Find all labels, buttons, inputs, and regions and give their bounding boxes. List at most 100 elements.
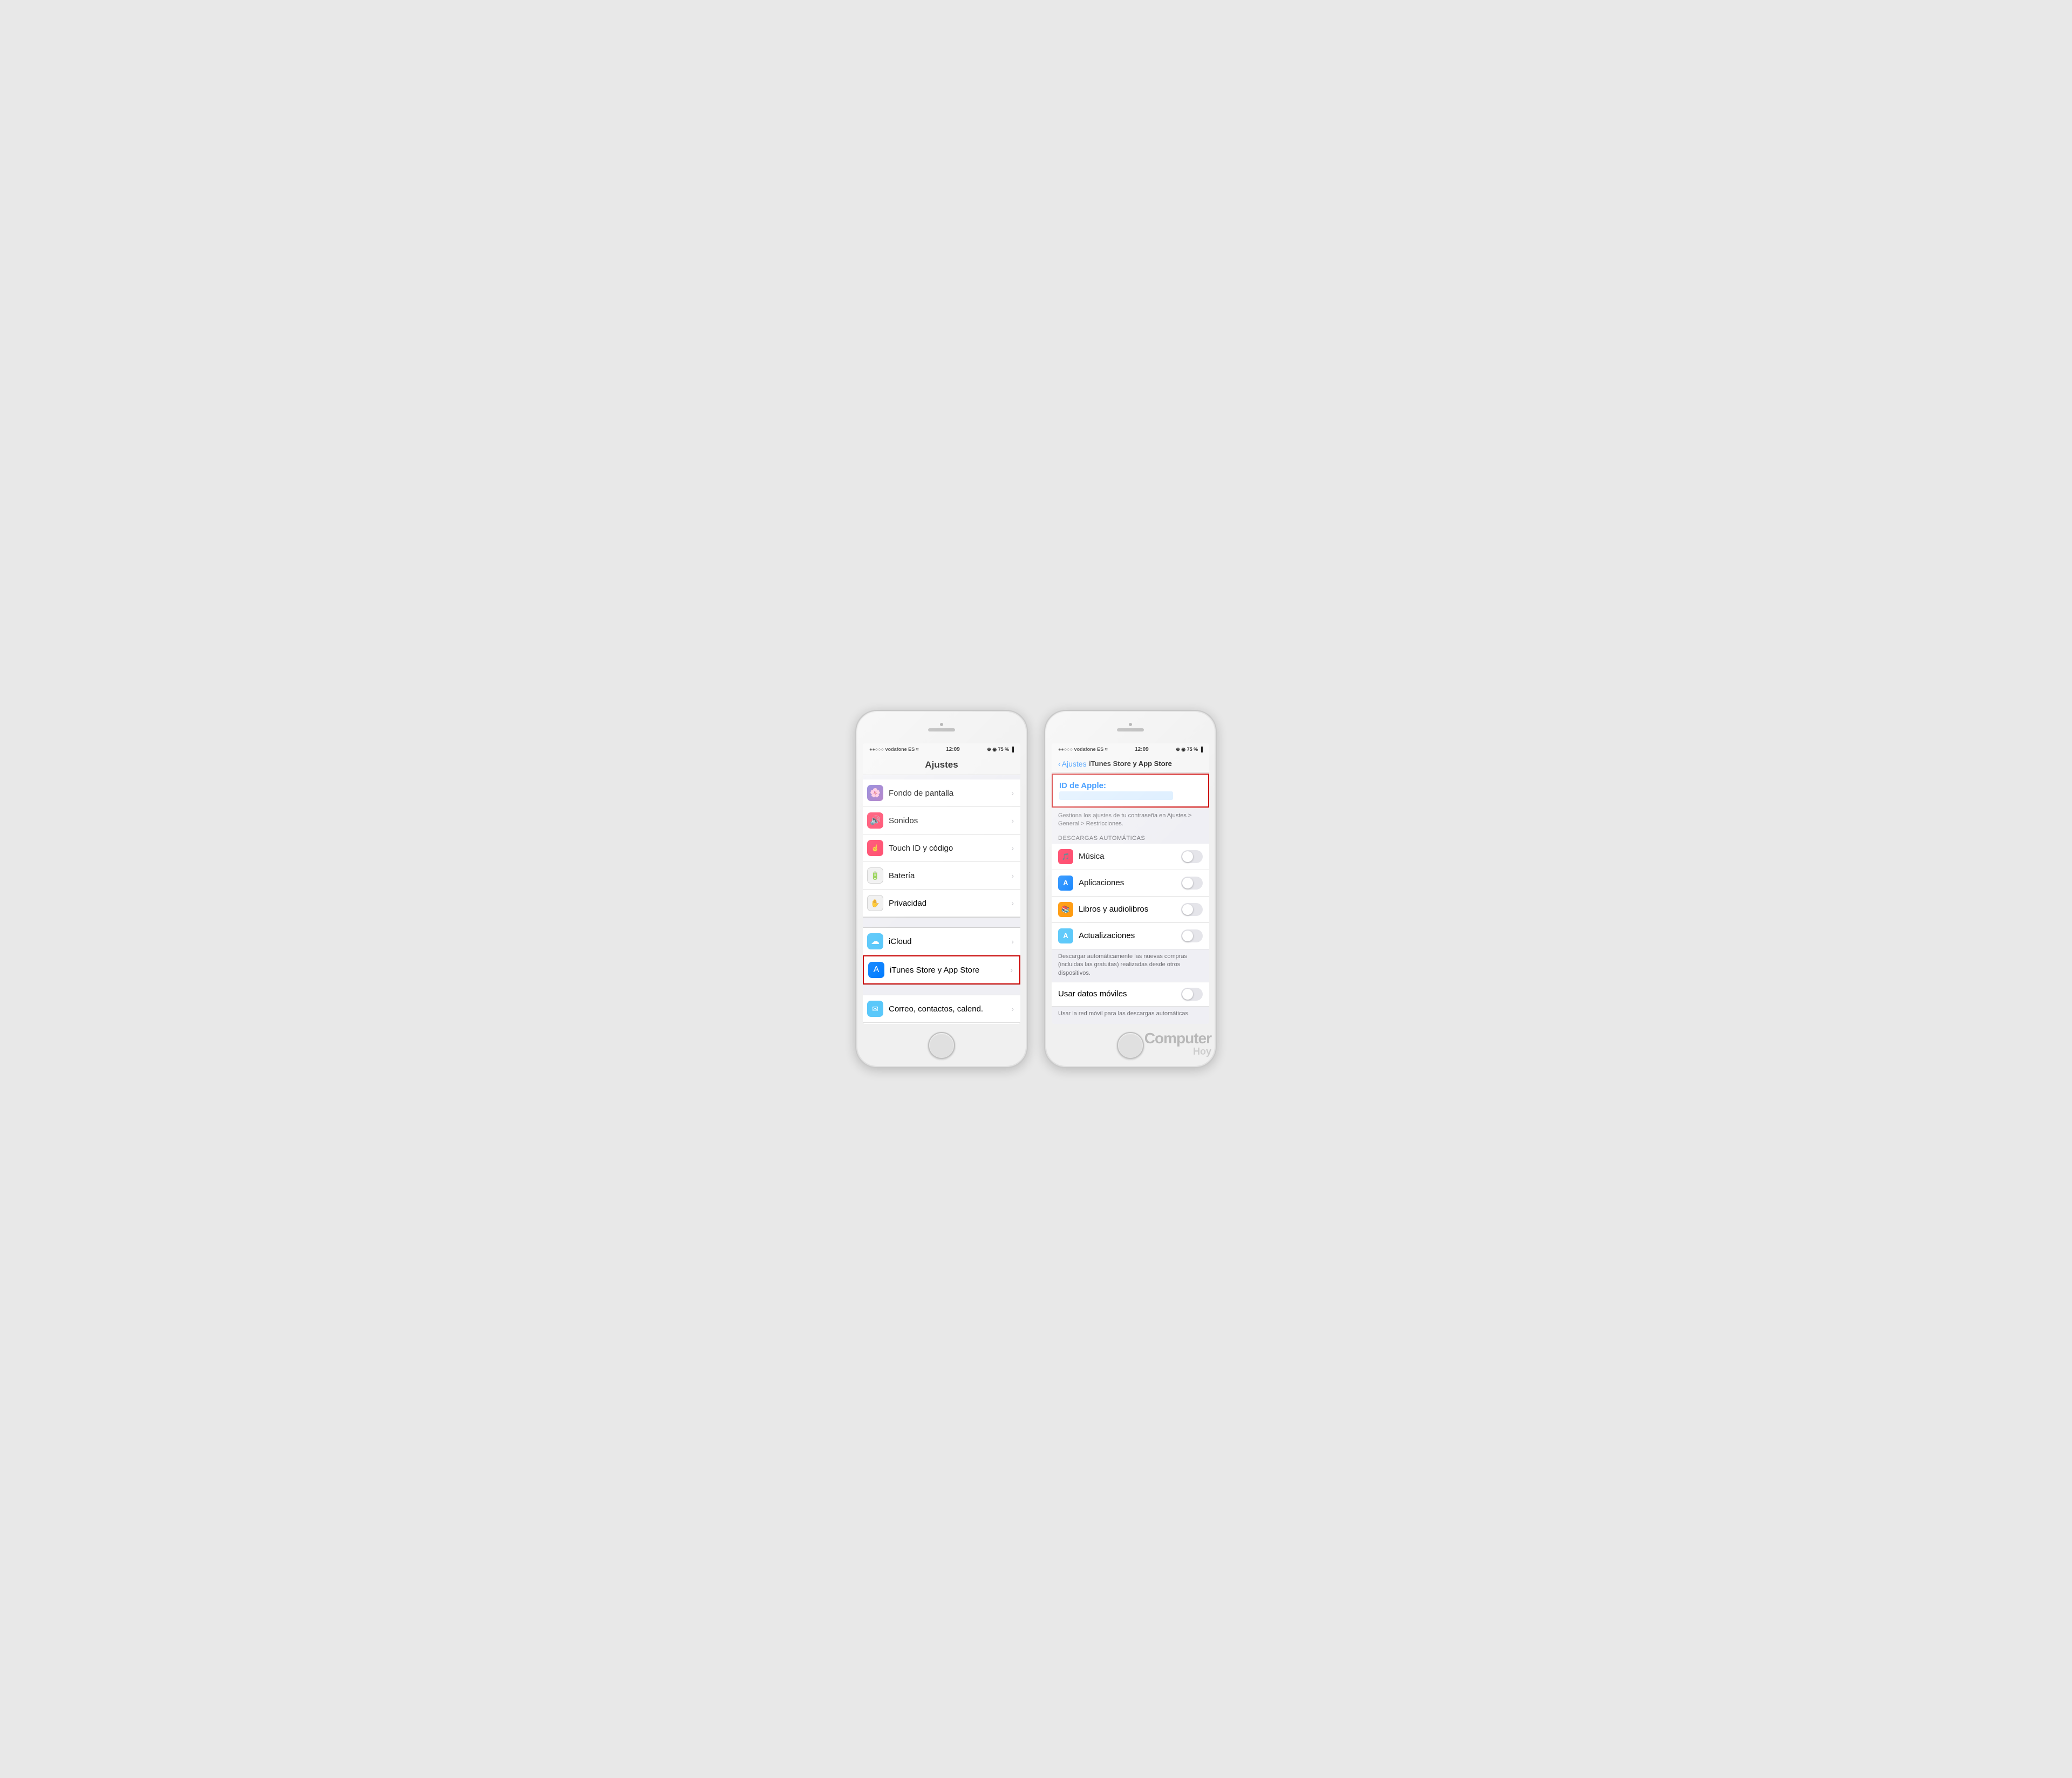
settings-item-sounds[interactable]: 🔊 Sonidos ›	[863, 807, 1020, 835]
updates-toggle-icon: A	[1058, 928, 1073, 943]
music-toggle-switch[interactable]	[1181, 850, 1203, 863]
status-carrier-right: ●●○○○ vodafone ES ≈	[1058, 747, 1108, 752]
settings-section-3: ✉ Correo, contactos, calend. › 📝 Notas ›…	[863, 995, 1020, 1024]
battery-text-right: ⊕ ◉ 75 % ▐	[1176, 747, 1203, 753]
touchid-label: Touch ID y código	[889, 844, 1011, 853]
mobile-data-row[interactable]: Usar datos móviles	[1052, 982, 1209, 1007]
toggle-updates[interactable]: A Actualizaciones	[1052, 923, 1209, 949]
privacy-icon: ✋	[867, 895, 883, 911]
updates-toggle-switch[interactable]	[1181, 929, 1203, 942]
settings-item-wallpaper[interactable]: 🌸 Fondo de pantalla ›	[863, 779, 1020, 807]
separator-1	[863, 917, 1020, 928]
home-button-right[interactable]	[1117, 1032, 1144, 1059]
carrier-text-right: ●●○○○ vodafone ES ≈	[1058, 747, 1108, 752]
wallpaper-chevron: ›	[1011, 789, 1014, 797]
nav-back-label: Ajustes	[1062, 760, 1087, 768]
autodownload-description: Descargar automáticamente las nuevas com…	[1052, 949, 1209, 982]
updates-label: Actualizaciones	[1079, 931, 1181, 940]
nav-bar-right: ‹ Ajustes iTunes Store y App Store	[1052, 755, 1209, 772]
battery-label: Batería	[889, 871, 1011, 880]
privacy-label: Privacidad	[889, 899, 1011, 908]
left-screen: ●●○○○ vodafone ES ≈ 12:09 ⊕ ◉ 75 % ▐ Aju…	[863, 743, 1020, 1024]
settings-item-battery[interactable]: 🔋 Batería ›	[863, 862, 1020, 890]
watermark-line1: Computer	[1144, 1031, 1211, 1046]
back-chevron-icon: ‹	[1058, 760, 1061, 768]
toggle-list: 🎵 Música A Aplicaciones 📚 Libros y audio…	[1052, 844, 1209, 949]
privacy-chevron: ›	[1011, 899, 1014, 907]
books-toggle-switch[interactable]	[1181, 903, 1203, 916]
battery-chevron: ›	[1011, 871, 1014, 880]
apps-label: Aplicaciones	[1079, 878, 1181, 887]
touchid-icon: ☝	[867, 840, 883, 856]
mobile-data-switch[interactable]	[1181, 988, 1203, 1001]
apple-id-description: Gestiona los ajustes de tu contraseña en…	[1052, 809, 1209, 832]
nav-back-button[interactable]: ‹ Ajustes	[1058, 760, 1087, 768]
status-bar-left: ●●○○○ vodafone ES ≈ 12:09 ⊕ ◉ 75 % ▐	[863, 743, 1020, 755]
nav-title-left: Ajustes	[869, 760, 1014, 770]
carrier-text-left: ●●○○○ vodafone ES ≈	[869, 747, 919, 752]
settings-section-2: ☁ iCloud › A iTunes Store y App Store ›	[863, 928, 1020, 984]
status-right-left: ⊕ ◉ 75 % ▐	[987, 747, 1014, 753]
nav-bar-left: Ajustes	[863, 755, 1020, 775]
right-screen: ●●○○○ vodafone ES ≈ 12:09 ⊕ ◉ 75 % ▐ ‹ A…	[1052, 743, 1209, 1024]
appstore-icon: A	[868, 962, 884, 978]
home-button-left[interactable]	[928, 1032, 955, 1059]
icloud-chevron: ›	[1011, 937, 1014, 946]
toggle-books[interactable]: 📚 Libros y audiolibros	[1052, 897, 1209, 923]
earpiece-left	[928, 728, 955, 731]
books-label: Libros y audiolibros	[1079, 905, 1181, 914]
icloud-label: iCloud	[889, 937, 1011, 946]
phone-top-right	[1045, 711, 1216, 743]
time-right: 12:09	[1135, 747, 1149, 753]
apps-toggle-switch[interactable]	[1181, 877, 1203, 890]
watermark: Computer Hoy	[1144, 1031, 1211, 1057]
sounds-label: Sonidos	[889, 816, 1011, 825]
toggle-music[interactable]: 🎵 Música	[1052, 844, 1209, 870]
wallpaper-label: Fondo de pantalla	[889, 789, 1011, 798]
mobile-data-label: Usar datos móviles	[1058, 989, 1181, 999]
music-toggle-icon: 🎵	[1058, 849, 1073, 864]
settings-item-touchid[interactable]: ☝ Touch ID y código ›	[863, 835, 1020, 862]
music-label: Música	[1079, 852, 1181, 861]
separator-2	[863, 984, 1020, 995]
settings-item-mail[interactable]: ✉ Correo, contactos, calend. ›	[863, 995, 1020, 1023]
phone-bottom-left	[856, 1024, 1027, 1067]
mobile-data-description: Usar la red móvil para las descargas aut…	[1052, 1007, 1209, 1022]
settings-item-icloud[interactable]: ☁ iCloud ›	[863, 928, 1020, 955]
settings-item-appstore[interactable]: A iTunes Store y App Store ›	[863, 955, 1020, 984]
page-container: ●●○○○ vodafone ES ≈ 12:09 ⊕ ◉ 75 % ▐ Aju…	[855, 710, 1217, 1068]
speaker-left	[940, 723, 943, 726]
wallpaper-icon: 🌸	[867, 785, 883, 801]
status-carrier-left: ●●○○○ vodafone ES ≈	[869, 747, 919, 752]
apple-id-value	[1059, 791, 1173, 800]
icloud-icon: ☁	[867, 933, 883, 949]
apps-toggle-icon: A	[1058, 876, 1073, 891]
mail-label: Correo, contactos, calend.	[889, 1004, 1011, 1014]
section-header-autodownload: DESCARGAS AUTOMÁTICAS	[1052, 832, 1209, 844]
mail-chevron: ›	[1011, 1004, 1014, 1013]
appstore-label: iTunes Store y App Store	[890, 966, 1010, 975]
touchid-chevron: ›	[1011, 844, 1014, 852]
books-toggle-icon: 📚	[1058, 902, 1073, 917]
sounds-chevron: ›	[1011, 816, 1014, 825]
status-bar-right: ●●○○○ vodafone ES ≈ 12:09 ⊕ ◉ 75 % ▐	[1052, 743, 1209, 755]
apple-id-row[interactable]: ID de Apple:	[1052, 774, 1209, 808]
battery-text-left: ⊕ ◉ 75 % ▐	[987, 747, 1014, 753]
apple-id-label: ID de Apple:	[1059, 781, 1202, 790]
scroll-hint	[863, 775, 1020, 779]
phone-top-left	[856, 711, 1027, 743]
speaker-right	[1129, 723, 1132, 726]
right-phone: ●●○○○ vodafone ES ≈ 12:09 ⊕ ◉ 75 % ▐ ‹ A…	[1044, 710, 1217, 1068]
sounds-icon: 🔊	[867, 812, 883, 829]
toggle-apps[interactable]: A Aplicaciones	[1052, 870, 1209, 897]
settings-item-privacy[interactable]: ✋ Privacidad ›	[863, 890, 1020, 917]
appstore-chevron: ›	[1010, 966, 1013, 974]
earpiece-right	[1117, 728, 1144, 731]
settings-section-1: 🌸 Fondo de pantalla › 🔊 Sonidos › ☝ Touc…	[863, 779, 1020, 917]
mail-icon: ✉	[867, 1001, 883, 1017]
left-phone: ●●○○○ vodafone ES ≈ 12:09 ⊕ ◉ 75 % ▐ Aju…	[855, 710, 1028, 1068]
time-left: 12:09	[946, 747, 960, 753]
watermark-line2: Hoy	[1144, 1046, 1211, 1057]
battery-icon: 🔋	[867, 867, 883, 884]
status-right-right: ⊕ ◉ 75 % ▐	[1176, 747, 1203, 753]
